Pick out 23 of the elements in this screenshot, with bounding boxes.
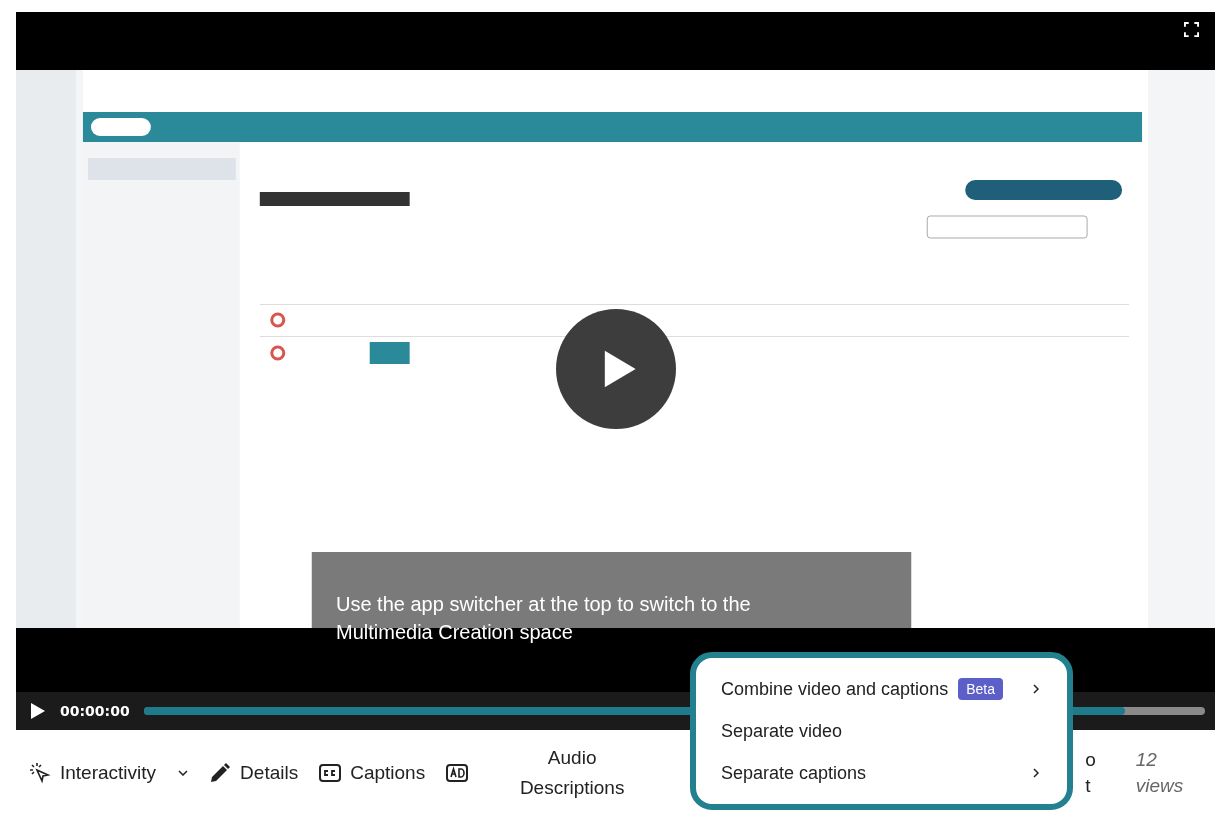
cursor-click-icon [28,761,52,785]
button-label-fragment: t [1085,774,1092,798]
chevron-right-icon [1033,684,1039,694]
beta-badge: Beta [958,678,1003,700]
fullscreen-icon[interactable] [1184,22,1199,37]
menu-item[interactable]: Separate video [696,710,1067,752]
audio-descriptions-button[interactable]: Audio Descriptions [437,737,646,809]
caption-text: Use the app switcher at the top to switch to the [336,592,751,617]
play-icon[interactable] [30,702,46,720]
caption-text: Multimedia Creation space [336,620,574,645]
audio-description-icon [445,761,470,785]
button-label-fragment: o [1085,748,1096,772]
menu-item[interactable]: Combine video and captions Beta [696,668,1067,710]
details-button[interactable]: Details [200,755,307,791]
closed-captions-icon [318,761,343,785]
interactivity-button[interactable]: Interactivity [20,755,197,791]
pencil-icon [208,761,233,785]
chevron-right-icon [1033,768,1039,778]
captions-button[interactable]: Captions [310,755,434,791]
menu-item[interactable]: Separate captions [696,752,1067,794]
views-count: 12 views [1135,748,1185,798]
time-text: 00:00:00 [60,703,130,719]
chevron-down-icon [178,770,189,776]
